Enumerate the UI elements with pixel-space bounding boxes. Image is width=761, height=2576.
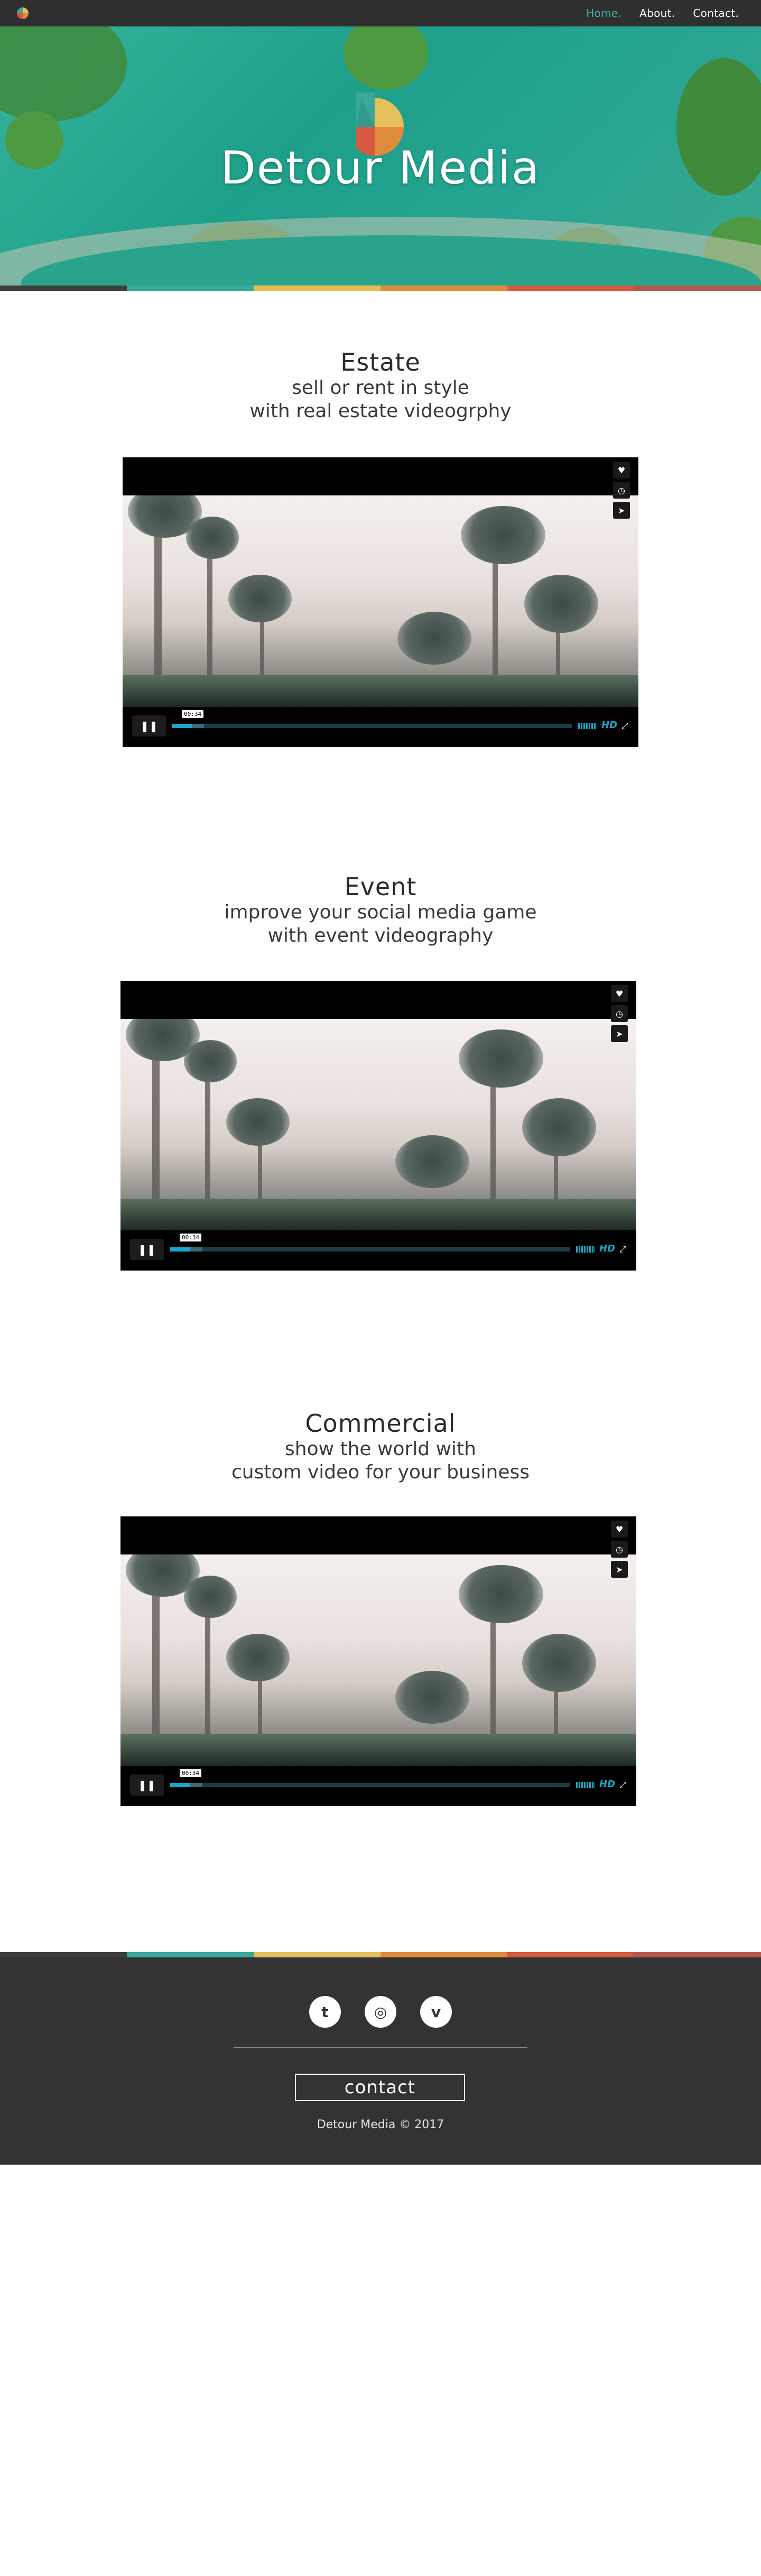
volume-icon[interactable] — [578, 723, 597, 729]
heart-icon[interactable]: ♥ — [611, 1521, 628, 1538]
volume-icon[interactable] — [576, 1782, 595, 1788]
strip-segment — [507, 286, 634, 291]
time-badge: 00:34 — [182, 710, 204, 718]
progress-bar[interactable] — [170, 1247, 570, 1252]
subtitle-line: improve your social media game — [224, 901, 537, 923]
instagram-icon[interactable]: ◎ — [365, 1996, 396, 2028]
social-links: t ◎ v — [309, 1996, 452, 2030]
strip-segment — [634, 1952, 761, 1957]
pause-button[interactable]: ❚❚ — [130, 1774, 164, 1796]
twitter-icon[interactable]: t — [309, 1996, 341, 2028]
footer-divider — [234, 2047, 527, 2048]
hd-toggle[interactable]: HD — [601, 720, 617, 731]
heart-icon[interactable]: ♥ — [613, 462, 630, 479]
nav-about[interactable]: About. — [639, 7, 675, 20]
color-strip-footer — [0, 1952, 761, 1957]
pause-button[interactable]: ❚❚ — [130, 1239, 164, 1260]
strip-segment — [254, 286, 380, 291]
time-badge: 00:34 — [180, 1769, 202, 1777]
share-icon[interactable]: ➤ — [611, 1025, 628, 1042]
hero-title: Detour Media — [220, 142, 541, 195]
share-icon[interactable]: ➤ — [613, 502, 630, 519]
pause-button[interactable]: ❚❚ — [132, 715, 166, 737]
player-side-icons: ♥ ◷ ➤ — [611, 1521, 630, 1578]
strip-segment — [0, 286, 127, 291]
video-frame[interactable] — [120, 1554, 636, 1766]
player-side-icons: ♥ ◷ ➤ — [613, 462, 632, 519]
progress-bar[interactable] — [170, 1783, 570, 1787]
copyright-text: Detour Media © 2017 — [317, 2118, 444, 2131]
hd-toggle[interactable]: HD — [599, 1779, 615, 1790]
share-icon[interactable]: ➤ — [611, 1561, 628, 1578]
video-player-estate[interactable]: ♥ ◷ ➤ ❚❚ 00:34 HD ⤢ — [123, 457, 638, 747]
player-controls: ❚❚ 00:34 HD ⤢ — [123, 707, 638, 747]
video-player-commercial[interactable]: ♥ ◷ ➤ ❚❚ 00:34 HD ⤢ — [120, 1516, 636, 1806]
player-side-icons: ♥ ◷ ➤ — [611, 985, 630, 1042]
section-subtitle-commercial: show the world with custom video for you… — [0, 1438, 761, 1484]
fullscreen-icon[interactable]: ⤢ — [619, 1244, 626, 1255]
strip-segment — [380, 286, 507, 291]
clock-icon[interactable]: ◷ — [611, 1541, 628, 1558]
strip-segment — [0, 1952, 127, 1957]
contact-button[interactable]: contact — [295, 2074, 465, 2101]
player-controls: ❚❚ 00:34 HD ⤢ — [120, 1766, 636, 1806]
subtitle-line: with real estate videogrphy — [249, 400, 512, 422]
section-title-estate: Estate — [340, 348, 421, 376]
video-frame[interactable] — [123, 495, 638, 707]
strip-segment — [127, 286, 254, 291]
subtitle-line: custom video for your business — [231, 1461, 530, 1483]
strip-segment — [254, 1952, 380, 1957]
main-nav: Home. About. Contact. — [586, 0, 739, 26]
heart-icon[interactable]: ♥ — [611, 985, 628, 1002]
nav-home[interactable]: Home. — [586, 7, 621, 20]
subtitle-line: show the world with — [285, 1438, 476, 1460]
video-player-event[interactable]: ♥ ◷ ➤ ❚❚ 00:34 HD ⤢ — [120, 981, 636, 1271]
subtitle-line: sell or rent in style — [292, 377, 469, 399]
section-subtitle-event: improve your social media game with even… — [0, 901, 761, 947]
player-controls: ❚❚ 00:34 HD ⤢ — [120, 1230, 636, 1271]
footer — [0, 1957, 761, 2165]
vimeo-icon[interactable]: v — [420, 1996, 452, 2028]
clock-icon[interactable]: ◷ — [611, 1005, 628, 1022]
clock-icon[interactable]: ◷ — [613, 482, 630, 499]
color-strip-top — [0, 286, 761, 291]
nav-contact[interactable]: Contact. — [693, 7, 739, 20]
section-title-commercial: Commercial — [305, 1409, 456, 1438]
strip-segment — [380, 1952, 507, 1957]
section-subtitle-estate: sell or rent in style with real estate v… — [0, 376, 761, 423]
strip-segment — [507, 1952, 634, 1957]
hd-toggle[interactable]: HD — [599, 1243, 615, 1254]
fullscreen-icon[interactable]: ⤢ — [619, 1780, 626, 1790]
strip-segment — [634, 286, 761, 291]
progress-bar[interactable] — [172, 724, 572, 728]
fullscreen-icon[interactable]: ⤢ — [621, 721, 628, 731]
strip-segment — [127, 1952, 254, 1957]
time-badge: 00:34 — [180, 1234, 202, 1241]
logo-icon[interactable] — [16, 6, 30, 20]
section-title-event: Event — [344, 872, 417, 901]
subtitle-line: with event videography — [267, 925, 494, 946]
volume-icon[interactable] — [576, 1246, 595, 1253]
video-frame[interactable] — [120, 1019, 636, 1230]
